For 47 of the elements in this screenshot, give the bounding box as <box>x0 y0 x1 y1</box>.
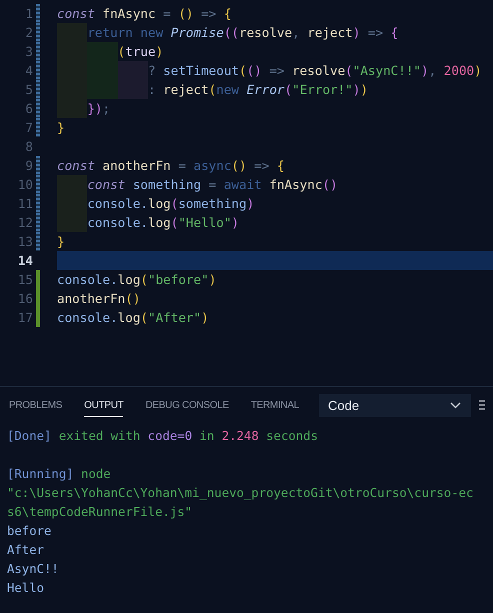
code-line: }); <box>57 99 110 118</box>
output-line: After <box>7 542 46 559</box>
line-number: 9 <box>24 157 33 175</box>
panel-tab[interactable]: TERMINAL <box>250 394 299 416</box>
output-channel-dropdown[interactable]: Code <box>319 394 471 416</box>
chevron-icon <box>450 402 461 408</box>
line-number: 1 <box>24 5 33 23</box>
line-number: 11 <box>16 195 33 213</box>
code-line: anotherFn() <box>57 290 140 308</box>
code-line: : reject(new Error("Error!")) <box>57 80 368 99</box>
output-line: "c:\Users\YohanCc\Yohan\mi_nuevo_proyectoGit\otroCurso\curso-ec <box>7 485 474 502</box>
code-line: (true) <box>57 42 164 61</box>
line-number: 7 <box>24 119 33 137</box>
line-number: 5 <box>24 81 33 99</box>
code-line: console.log("After") <box>57 309 209 327</box>
code-line: ? setTimeout(() => resolve("AsynC!!"), 2000) <box>57 61 482 80</box>
output-line: s6\tempCodeRunnerFile.js" <box>7 504 194 521</box>
code-line: } <box>57 233 65 251</box>
code-line: console.log("Hello") <box>57 213 240 232</box>
code-line: } <box>57 119 65 137</box>
line-number: 16 <box>16 290 33 308</box>
line-number: 2 <box>24 24 33 42</box>
code-line: const anotherFn = async() => { <box>57 157 285 175</box>
code-line: const something = await fnAsync() <box>57 175 338 194</box>
output-line: before <box>7 523 52 540</box>
line-number: 13 <box>16 233 33 251</box>
line-number: 12 <box>16 214 33 232</box>
output-line: [Running] node <box>7 466 112 483</box>
panel-tab[interactable]: OUTPUT <box>84 394 124 416</box>
line-number: 17 <box>16 309 33 327</box>
list-icon[interactable] <box>479 399 485 411</box>
line-number: 6 <box>24 100 33 118</box>
line-number: 4 <box>24 62 33 80</box>
code-line: return new Promise((resolve, reject) => { <box>57 23 398 42</box>
code-line: console.log(something) <box>57 194 254 213</box>
line-number: 8 <box>24 138 33 156</box>
code-line: const fnAsync = () => { <box>57 5 232 23</box>
line-number: 14 <box>16 252 33 270</box>
line-number: 10 <box>16 176 33 194</box>
output-line: [Done] exited with code=0 in 2.248 seconds <box>7 428 319 445</box>
panel-tab[interactable]: PROBLEMS <box>9 394 62 416</box>
panel-tab[interactable]: DEBUG CONSOLE <box>145 394 229 416</box>
output-line: Hello <box>7 580 46 597</box>
line-number: 15 <box>16 271 33 289</box>
line-number: 3 <box>24 43 33 61</box>
output-line: AsynC!! <box>7 561 60 578</box>
code-line: console.log("before") <box>57 271 216 289</box>
